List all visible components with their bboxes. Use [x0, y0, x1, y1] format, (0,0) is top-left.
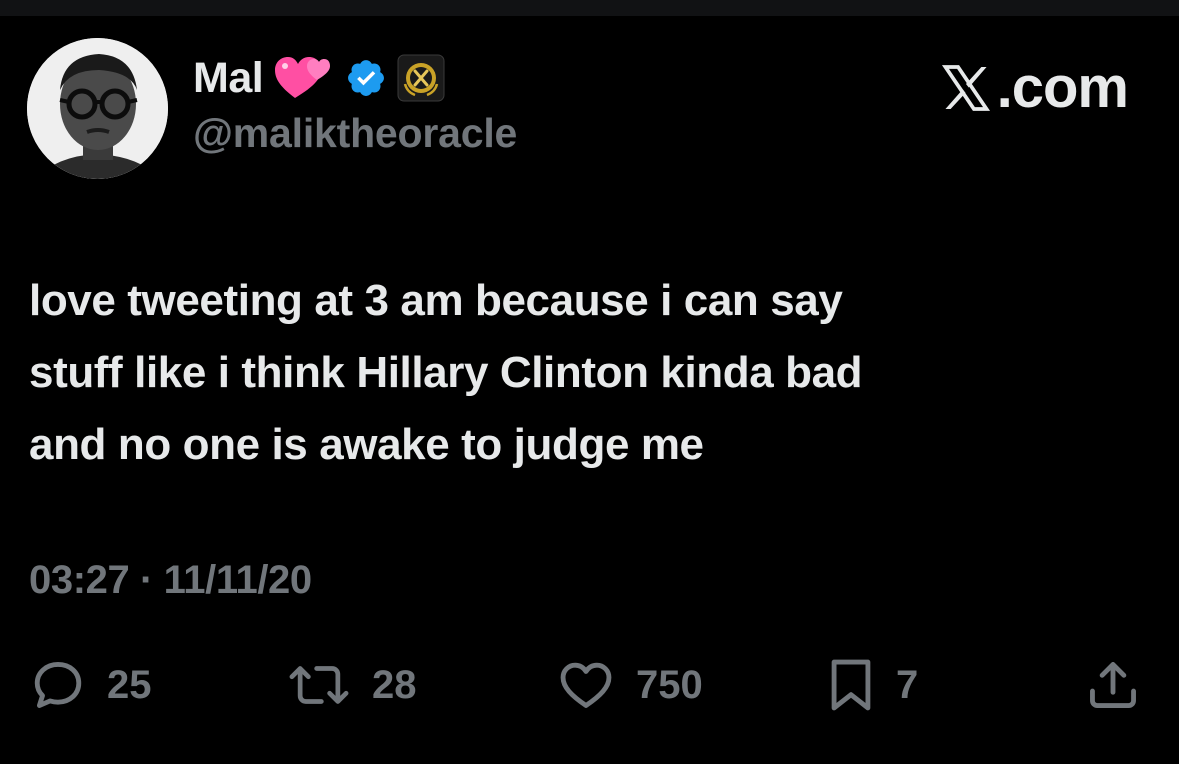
like-button[interactable]: 750 [556, 655, 703, 715]
user-name-row: Mal [193, 52, 445, 104]
like-count: 750 [636, 662, 703, 707]
share-icon [1090, 662, 1136, 708]
tweet-line: stuff like i think Hillary Clinton kinda… [29, 348, 863, 397]
brand-watermark: .com [937, 54, 1129, 121]
bookmark-button[interactable]: 7 [826, 655, 918, 715]
x-gold-badge-icon[interactable] [397, 54, 445, 102]
retweet-count: 28 [372, 662, 417, 707]
tweet-line: love tweeting at 3 am because i can say [29, 276, 843, 325]
user-handle[interactable]: @maliktheoracle [193, 110, 517, 157]
top-strip [0, 0, 1179, 16]
retweet-button[interactable]: 28 [286, 655, 417, 715]
tweet-line: and no one is awake to judge me [29, 420, 704, 469]
reply-count: 25 [107, 662, 152, 707]
bookmark-icon [831, 659, 871, 711]
avatar[interactable] [27, 38, 168, 179]
verified-badge-icon[interactable] [345, 57, 387, 99]
retweet-icon [289, 666, 349, 704]
display-name[interactable]: Mal [193, 54, 264, 103]
tweet-timestamp[interactable]: 03:27 · 11/11/20 [29, 558, 312, 603]
brand-domain-label: .com [996, 55, 1129, 120]
reply-icon [34, 662, 82, 708]
reply-button[interactable]: 25 [29, 655, 152, 715]
heart-icon [560, 662, 612, 708]
share-button[interactable] [1084, 655, 1142, 715]
x-logo-icon [941, 64, 990, 111]
two-hearts-icon [275, 57, 331, 98]
tweet-text: love tweeting at 3 am because i can say … [29, 265, 1129, 481]
bookmark-count: 7 [896, 662, 919, 707]
